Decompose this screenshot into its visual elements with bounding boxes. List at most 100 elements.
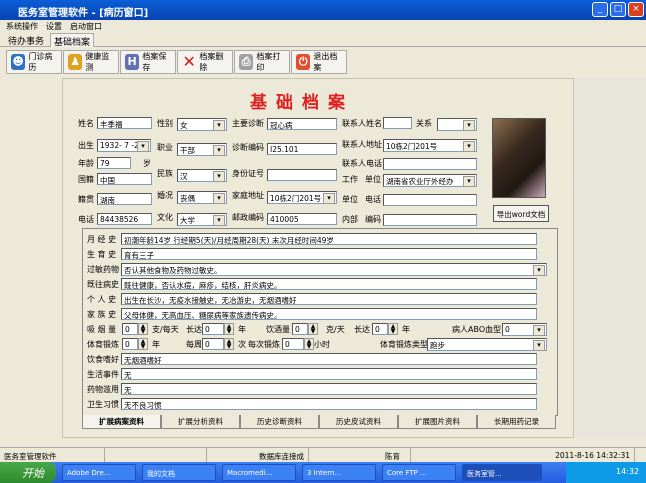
weekly-spinner[interactable]: ▲ ▼	[224, 338, 234, 350]
phone-input[interactable]: 84438526	[97, 213, 152, 225]
address-label: 家庭地址	[232, 191, 264, 200]
history-label: 月 经 史	[87, 235, 117, 244]
history-input[interactable]: 初潮年龄14岁 行经期5(天)/月经周期28(天) 末次月经时间49岁	[121, 233, 537, 245]
status-db: 数据库连接成功	[207, 448, 309, 472]
per-session-label: 每次锻炼	[248, 340, 280, 349]
id-input[interactable]	[267, 169, 337, 181]
history-input[interactable]: 既往健康，否认水痘，麻疹，结核，肝炎病史。	[121, 278, 537, 290]
toolbar: ☻ 门诊病历 ♟ 健康监测 H 档案保存 ✕ 档案删除 ⎙ 档案打印 ⏻ 退出档案	[0, 50, 646, 76]
diagnosis-input[interactable]: 冠心病	[267, 118, 337, 130]
label: 门诊病历	[28, 52, 53, 72]
job-select[interactable]: 干部	[177, 143, 227, 156]
outpatient-button[interactable]: ☻ 门诊病历	[6, 50, 62, 74]
bottom-tab[interactable]: 扩展分析资料	[161, 415, 240, 429]
exit-record-button[interactable]: ⏻ 退出档案	[291, 50, 347, 74]
start-button[interactable]: 开始	[0, 462, 56, 483]
id-label: 身份证号	[232, 169, 264, 178]
habit-input[interactable]: 无烟酒嗜好	[121, 353, 537, 365]
contact-phone-input[interactable]	[383, 158, 477, 170]
delete-record-button[interactable]: ✕ 档案删除	[177, 50, 233, 74]
history-input[interactable]: 育有三子	[121, 248, 537, 260]
taskbar-task[interactable]: Core FTP ...	[382, 464, 456, 481]
inner-code-input[interactable]	[383, 214, 477, 226]
bottom-tab[interactable]: 历史诊断资料	[240, 415, 319, 429]
per-session-spinner[interactable]: ▲ ▼	[304, 338, 314, 350]
taskbar-task[interactable]: Macromedi...	[222, 464, 296, 481]
close-button[interactable]: ×	[628, 2, 644, 17]
contact-address-select[interactable]: 10栋2门201号	[383, 139, 477, 152]
marital-select[interactable]: 丧偶	[177, 191, 227, 204]
drink-unit: 克/天	[326, 325, 345, 334]
drink-years-spinner[interactable]: ▲ ▼	[388, 323, 398, 335]
marital-label: 婚况	[157, 191, 173, 200]
habit-input[interactable]: 无不良习惯	[121, 398, 537, 410]
smoke-years-input[interactable]: 0	[202, 323, 224, 335]
exercise-years-spinner[interactable]: ▲ ▼	[138, 338, 148, 350]
drink-years-input[interactable]: 0	[372, 323, 388, 335]
ethnic-select[interactable]: 汉	[177, 169, 227, 182]
export-word-button[interactable]: 导出word文档	[493, 205, 549, 222]
drink-label: 饮酒量	[266, 325, 290, 334]
tab-basic-records[interactable]: 基础档案	[50, 33, 95, 48]
name-input[interactable]: 丰季福	[97, 117, 152, 129]
exercise-type-label: 体育锻炼类型	[380, 340, 428, 349]
habit-input[interactable]: 无	[121, 368, 537, 380]
habit-input[interactable]: 无	[121, 383, 537, 395]
smoke-years-spinner[interactable]: ▲ ▼	[224, 323, 234, 335]
weekly-label: 每周	[186, 340, 202, 349]
relation-select[interactable]	[437, 118, 477, 131]
abo-select[interactable]: 0	[502, 323, 547, 336]
sex-select[interactable]: 女	[177, 118, 227, 131]
bottom-tab[interactable]: 扩展图片资料	[398, 415, 477, 429]
age-input[interactable]: 79	[97, 157, 131, 169]
tab-todo[interactable]: 待办事务	[5, 33, 47, 47]
save-record-button[interactable]: H 档案保存	[120, 50, 176, 74]
history-input[interactable]: 父母体健，无高血压、糖尿病等家族遗传病史。	[121, 308, 537, 320]
work-unit-select[interactable]: 湖南省农业厅外经办	[383, 174, 477, 187]
zip-label: 邮政编码	[232, 213, 264, 222]
maximize-button[interactable]: □	[610, 2, 626, 17]
contact-name-label: 联系人姓名	[342, 119, 382, 128]
age-unit: 岁	[143, 159, 151, 168]
history-input[interactable]: 否认其他食物及药物过敏史。	[121, 263, 547, 276]
smoke-input[interactable]: 0	[122, 323, 138, 335]
menu-system[interactable]: 系统操作	[6, 22, 38, 31]
age-label: 年龄	[78, 159, 94, 168]
exercise-years-input[interactable]: 0	[122, 338, 138, 350]
bottom-tab[interactable]: 长期用药记录	[477, 415, 556, 429]
history-input[interactable]: 出生在长沙，无疫水接触史，无冶游史，无烟酒嗜好	[121, 293, 537, 305]
year-unit-3: 年	[152, 340, 160, 349]
drink-input[interactable]: 0	[292, 323, 308, 335]
address-select[interactable]: 10栋2门201号	[267, 191, 337, 204]
taskbar-task[interactable]: 医务室管...	[462, 464, 542, 481]
taskbar-task[interactable]: 我的文档	[142, 464, 216, 481]
print-record-button[interactable]: ⎙ 档案打印	[234, 50, 290, 74]
country-input[interactable]: 中国	[97, 173, 152, 185]
minimize-button[interactable]: _	[592, 2, 608, 17]
history-label: 家 族 史	[87, 310, 117, 319]
weekly-input[interactable]: 0	[202, 338, 224, 350]
taskbar-task[interactable]: Adobe Dre...	[62, 464, 136, 481]
label: 档案保存	[142, 52, 167, 72]
diagnosis-label: 主要诊断	[232, 119, 264, 128]
unit-phone-input[interactable]	[383, 194, 477, 206]
times-unit: 次	[238, 340, 246, 349]
taskbar-task[interactable]: 3 Intern...	[302, 464, 376, 481]
drink-spinner[interactable]: ▲ ▼	[308, 323, 318, 335]
contact-name-input[interactable]	[383, 117, 412, 129]
bottom-tab[interactable]: 历史皮试资料	[319, 415, 398, 429]
zip-input[interactable]: 410005	[267, 213, 337, 225]
habit-label: 生活事件	[87, 370, 119, 379]
per-session-input[interactable]: 0	[282, 338, 304, 350]
exercise-type-select[interactable]: 跑步	[427, 338, 547, 351]
diag-code-input[interactable]: I25.101	[267, 143, 337, 155]
bottom-tab[interactable]: 扩展病案资料	[82, 415, 161, 429]
menu-settings[interactable]: 设置	[46, 22, 62, 31]
health-monitor-button[interactable]: ♟ 健康监测	[63, 50, 119, 74]
native-input[interactable]: 湖南	[97, 193, 152, 205]
menu-startup[interactable]: 启动窗口	[70, 22, 102, 31]
year-unit-2: 年	[402, 325, 410, 334]
smoke-spinner[interactable]: ▲ ▼	[138, 323, 148, 335]
education-select[interactable]: 大学	[177, 213, 227, 226]
birth-date-picker[interactable]: 1932- 7 -25	[97, 139, 151, 152]
